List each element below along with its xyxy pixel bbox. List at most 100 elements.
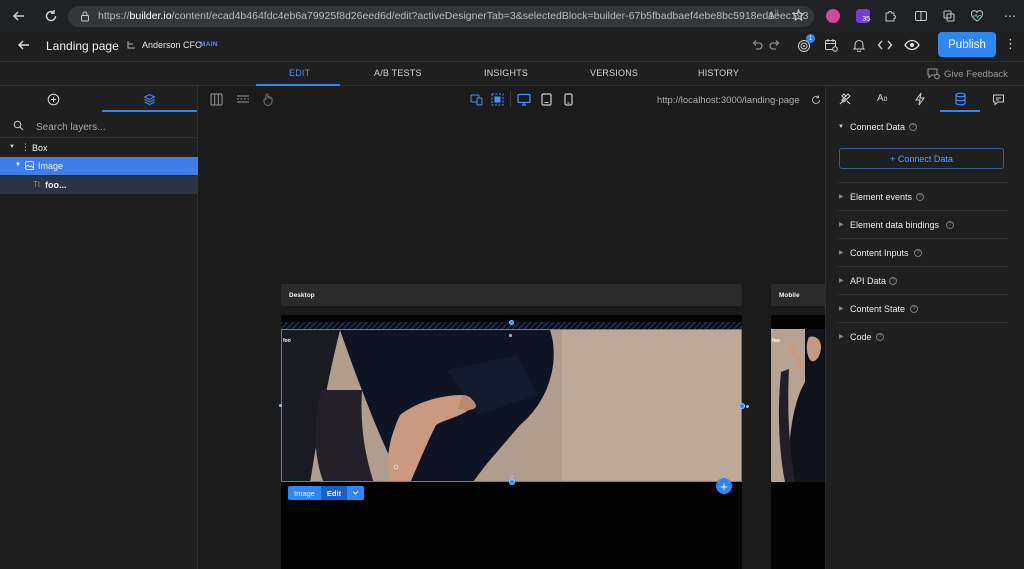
desktop-device-icon[interactable] <box>517 93 531 106</box>
section-code[interactable]: Code <box>850 332 872 342</box>
redo-icon[interactable] <box>768 38 782 52</box>
resize-handle-bottom[interactable] <box>509 479 515 485</box>
browser-menu-icon[interactable]: ⋯ <box>1004 9 1016 23</box>
padding-handle-bottom[interactable] <box>510 475 513 478</box>
preview-url[interactable]: http://localhost:3000/landing-page <box>657 95 800 106</box>
foo-text-desktop[interactable]: foo <box>283 338 291 344</box>
extension-badge-icon[interactable]: 35 <box>856 9 870 23</box>
address-url[interactable]: https://builder.io/content/ecad4b464fdc4… <box>98 10 808 22</box>
layer-row-text[interactable] <box>0 176 198 194</box>
expand-arrow-icon[interactable]: ▶ <box>839 305 844 312</box>
help-icon[interactable]: ? <box>946 221 954 229</box>
expand-arrow-icon[interactable]: ▶ <box>839 193 844 200</box>
help-icon[interactable]: ? <box>916 193 924 201</box>
section-element-data-bindings[interactable]: Element data bindings <box>850 220 939 230</box>
search-icon <box>13 120 24 131</box>
data-database-icon[interactable] <box>954 92 967 106</box>
collapse-arrow-icon[interactable]: ▼ <box>838 124 844 130</box>
space-name[interactable]: Anderson CFO <box>142 40 202 50</box>
give-feedback-link[interactable]: Give Feedback <box>944 69 1008 80</box>
layer-label-image: Image <box>38 161 64 171</box>
refresh-icon[interactable] <box>44 9 58 23</box>
preview-eye-icon[interactable] <box>904 38 920 52</box>
expand-arrow-icon[interactable]: ▼ <box>15 162 21 168</box>
expand-arrow-icon[interactable]: ▶ <box>839 249 844 256</box>
tablet-device-icon[interactable] <box>541 93 552 106</box>
comments-icon[interactable] <box>992 93 1005 106</box>
add-block-icon[interactable] <box>47 93 60 106</box>
expand-arrow-icon[interactable]: ▶ <box>839 277 844 284</box>
health-heart-icon[interactable] <box>970 9 984 23</box>
collections-icon[interactable] <box>942 9 956 23</box>
selection-block-name[interactable]: Image <box>294 489 315 498</box>
publish-button[interactable]: Publish <box>938 32 996 57</box>
help-icon[interactable]: ? <box>909 123 917 131</box>
lock-icon[interactable] <box>80 11 90 22</box>
layer-label-box: Box <box>32 143 48 153</box>
margin-handle-right[interactable] <box>746 405 749 408</box>
tab-history[interactable]: HISTORY <box>698 68 739 78</box>
chevron-down-icon[interactable] <box>351 488 360 497</box>
section-content-state[interactable]: Content State <box>850 304 905 314</box>
add-block-button[interactable]: + <box>716 478 732 494</box>
help-icon[interactable]: ? <box>914 249 922 257</box>
help-icon[interactable]: ? <box>910 305 918 313</box>
selection-edit-button[interactable]: Edit <box>321 486 347 500</box>
selected-image-block[interactable] <box>281 329 742 482</box>
bell-icon[interactable] <box>852 38 866 52</box>
search-layers-input[interactable] <box>36 120 186 134</box>
more-options-icon[interactable]: ⋮ <box>1004 36 1017 52</box>
expand-arrow-icon[interactable]: ▼ <box>9 144 15 150</box>
spacing-guides-icon[interactable] <box>236 94 250 104</box>
schedule-calendar-icon[interactable] <box>824 38 838 52</box>
padding-handle-top[interactable] <box>509 334 512 337</box>
box-layer-icon: ⋮ <box>21 142 30 152</box>
profile-extension-icon[interactable] <box>826 9 840 23</box>
undo-icon[interactable] <box>750 38 764 52</box>
resize-handle-left[interactable] <box>279 404 282 407</box>
woman-photo-mobile-image <box>771 329 825 482</box>
expand-arrow-icon[interactable]: ▶ <box>839 333 844 340</box>
feedback-icon[interactable] <box>926 67 940 80</box>
section-divider <box>838 238 1008 239</box>
connect-data-button[interactable]: + Connect Data <box>839 148 1004 169</box>
back-arrow-icon[interactable] <box>12 9 26 23</box>
reload-preview-icon[interactable] <box>811 95 821 105</box>
woman-photo-image <box>282 330 741 481</box>
section-content-inputs[interactable]: Content Inputs <box>850 248 909 258</box>
select-frame-icon[interactable] <box>491 93 504 106</box>
typography-icon[interactable]: Aö <box>877 93 888 104</box>
favorite-star-icon[interactable] <box>792 9 805 22</box>
tab-ab-tests[interactable]: A/B TESTS <box>374 68 422 78</box>
space-icon <box>127 40 136 49</box>
extensions-puzzle-icon[interactable] <box>883 9 897 23</box>
code-icon[interactable] <box>877 38 893 52</box>
resize-handle-top[interactable] <box>509 320 514 325</box>
expand-arrow-icon[interactable]: ▶ <box>839 221 844 228</box>
interaction-hand-icon[interactable] <box>262 93 274 106</box>
resize-handle-right[interactable] <box>739 403 745 409</box>
help-icon[interactable]: ? <box>876 333 884 341</box>
section-divider <box>838 266 1008 267</box>
layers-icon[interactable] <box>143 93 156 106</box>
style-tools-icon[interactable] <box>838 92 852 106</box>
read-aloud-icon[interactable]: A)) <box>768 10 779 21</box>
responsive-toggle-icon[interactable] <box>470 93 483 106</box>
animation-bolt-icon[interactable] <box>914 92 926 106</box>
page-title[interactable]: Landing page <box>46 39 119 53</box>
columns-layout-icon[interactable] <box>210 93 223 106</box>
section-element-events[interactable]: Element events <box>850 192 912 202</box>
tab-insights[interactable]: INSIGHTS <box>484 68 528 78</box>
mobile-device-icon[interactable] <box>564 93 573 106</box>
help-icon[interactable]: ? <box>889 277 897 285</box>
connect-data-title[interactable]: Connect Data <box>850 122 905 132</box>
section-api-data[interactable]: API Data <box>850 276 886 286</box>
data-tab-indicator <box>940 110 980 112</box>
foo-text-mobile[interactable]: foo <box>772 338 780 344</box>
mobile-image-block[interactable] <box>771 329 825 482</box>
tab-edit[interactable]: EDIT <box>289 68 310 78</box>
split-screen-icon[interactable] <box>914 9 928 23</box>
tab-versions[interactable]: VERSIONS <box>590 68 638 78</box>
notification-count-badge: 1 <box>806 34 815 43</box>
back-icon[interactable] <box>17 38 31 52</box>
